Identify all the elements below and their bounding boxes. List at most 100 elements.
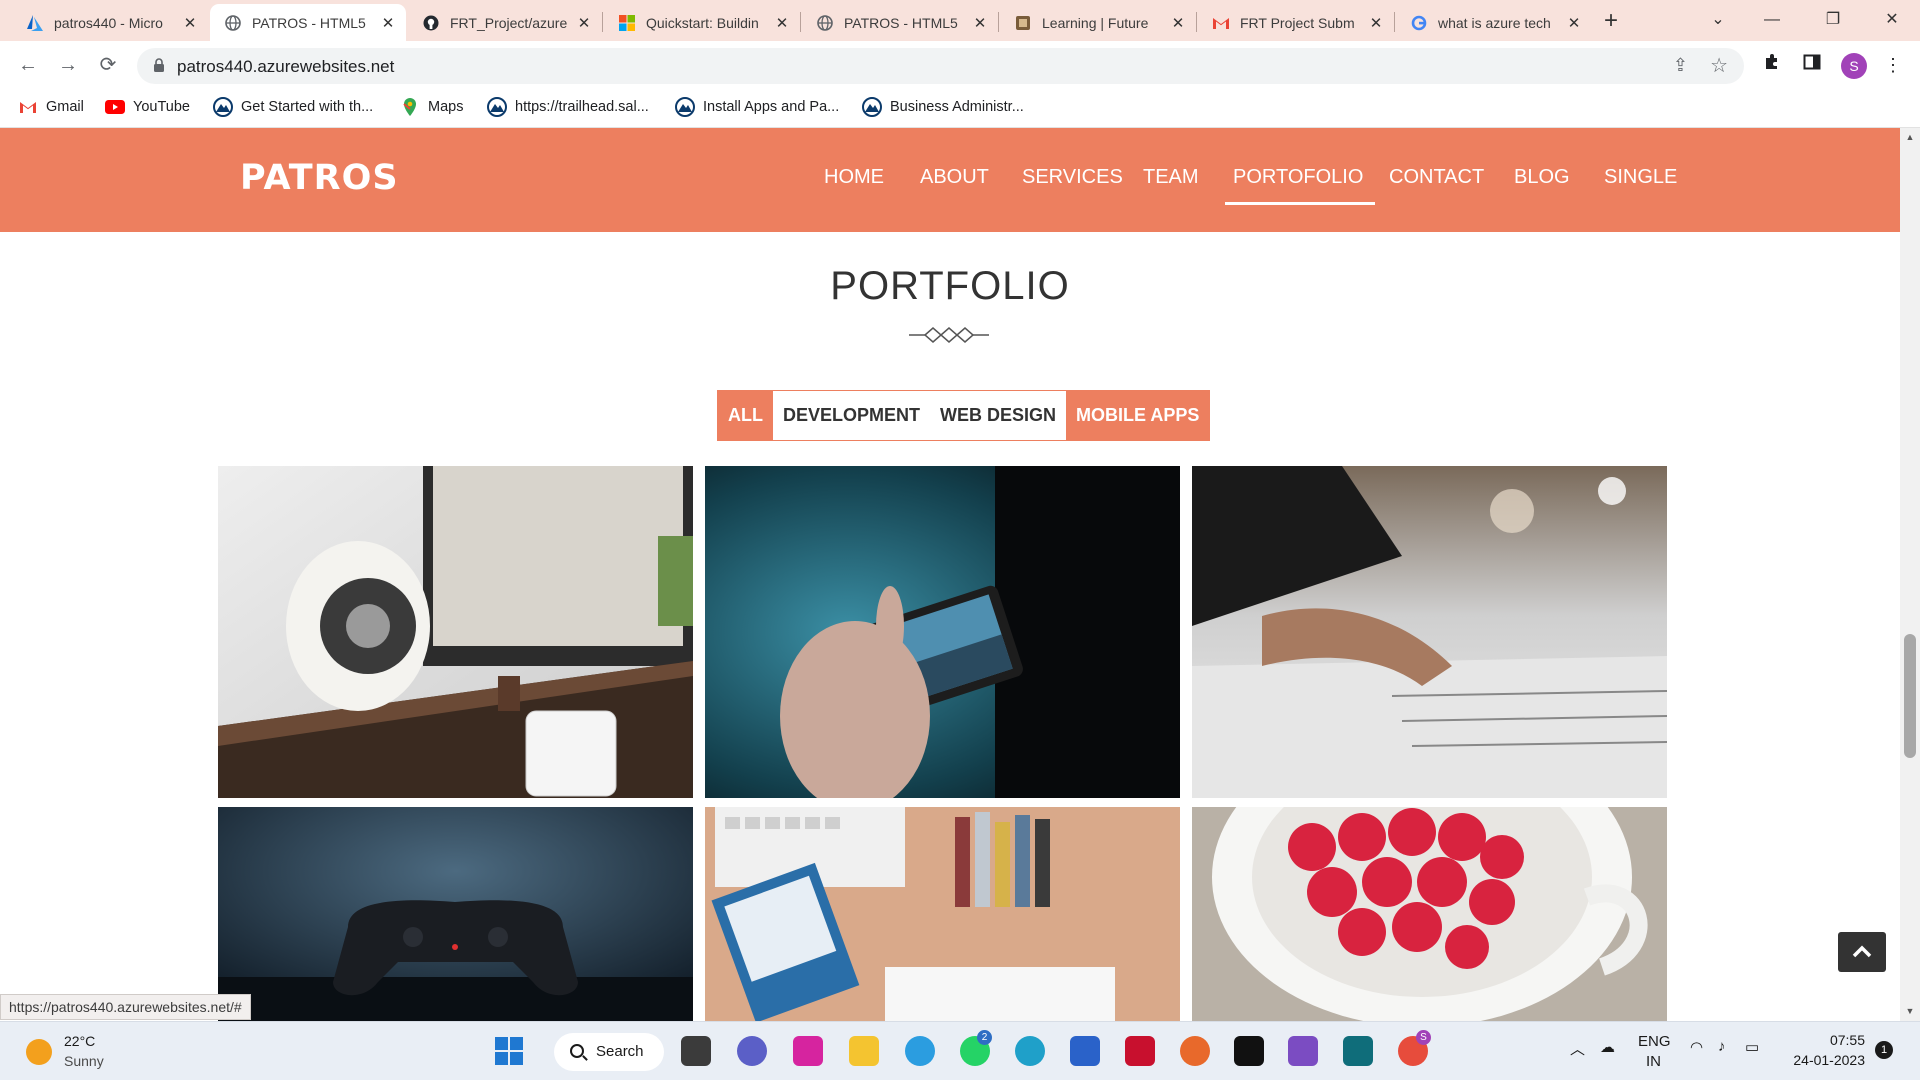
- bookmark-business-admin[interactable]: Business Administr...: [862, 97, 1024, 117]
- close-tab-icon[interactable]: ✕: [1566, 14, 1582, 32]
- task-view-icon[interactable]: [681, 1036, 711, 1066]
- tab-search-chevron-icon[interactable]: ⌄: [1698, 4, 1738, 36]
- bookmarks-bar: Gmail YouTube Get Started with th... Map…: [0, 89, 1920, 128]
- back-to-top-button[interactable]: [1838, 932, 1886, 972]
- page-scrollbar[interactable]: [1900, 128, 1920, 1021]
- bookmark-maps[interactable]: Maps: [400, 98, 463, 116]
- language-code[interactable]: ENG: [1638, 1033, 1671, 1050]
- browser-tab[interactable]: patros440 - Micro ✕: [12, 4, 208, 41]
- close-tab-icon[interactable]: ✕: [774, 14, 790, 32]
- tab-divider: [602, 12, 603, 32]
- mcafee-icon[interactable]: [1125, 1036, 1155, 1066]
- filter-development[interactable]: DEVELOPMENT: [773, 391, 931, 440]
- bookmark-trailhead-sal[interactable]: https://trailhead.sal...: [487, 97, 649, 117]
- volume-icon[interactable]: ♪: [1718, 1038, 1726, 1055]
- browser-toolbar: ← → ⟳ patros440.azurewebsites.net ⇪ ☆ ⋮: [0, 41, 1920, 89]
- bookmark-youtube[interactable]: YouTube: [105, 98, 190, 116]
- firefox-icon[interactable]: [1180, 1036, 1210, 1066]
- tab-title: patros440 - Micro: [54, 14, 163, 31]
- sun-icon[interactable]: [26, 1039, 52, 1065]
- notification-count-badge[interactable]: 1: [1875, 1041, 1893, 1059]
- filter-mobile-apps[interactable]: MOBILE APPS: [1066, 391, 1210, 440]
- onedrive-cloud-icon[interactable]: ☁: [1600, 1038, 1615, 1056]
- scroll-up-arrow-icon[interactable]: ▲: [1904, 132, 1916, 144]
- forward-button[interactable]: →: [54, 51, 82, 79]
- region-code[interactable]: IN: [1646, 1053, 1661, 1070]
- bookmark-install-apps[interactable]: Install Apps and Pa...: [675, 97, 839, 117]
- address-bar[interactable]: patros440.azurewebsites.net ⇪ ☆: [137, 48, 1744, 84]
- site-header: PATROS HOME ABOUT SERVICES TEAM PORTOFOL…: [0, 128, 1900, 232]
- chrome-profile-badge: S: [1416, 1030, 1431, 1045]
- browser-tab[interactable]: what is azure tech ✕: [1396, 4, 1592, 41]
- bookmark-star-icon[interactable]: ☆: [1710, 53, 1728, 78]
- title-divider-ornament: [909, 327, 989, 343]
- nav-about[interactable]: ABOUT: [920, 166, 989, 189]
- nav-services[interactable]: SERVICES: [1022, 166, 1123, 189]
- extensions-icon[interactable]: [1758, 51, 1786, 79]
- nav-home[interactable]: HOME: [824, 166, 884, 189]
- browser-tab[interactable]: PATROS - HTML5 ✕: [802, 4, 998, 41]
- new-tab-button[interactable]: +: [1597, 8, 1625, 36]
- store-icon[interactable]: [1070, 1036, 1100, 1066]
- filter-web-design[interactable]: WEB DESIGN: [930, 391, 1067, 440]
- taskbar-search[interactable]: Search: [554, 1033, 664, 1071]
- share-icon[interactable]: ⇪: [1673, 55, 1688, 76]
- scroll-down-arrow-icon[interactable]: ▼: [1904, 1006, 1916, 1018]
- scrollbar-thumb[interactable]: [1904, 634, 1916, 758]
- nav-team[interactable]: TEAM: [1143, 166, 1199, 189]
- restore-button[interactable]: ❐: [1813, 4, 1853, 36]
- clock-time[interactable]: 07:55: [1765, 1032, 1865, 1048]
- portfolio-item[interactable]: [218, 466, 693, 798]
- file-explorer-icon[interactable]: [849, 1036, 879, 1066]
- side-panel-icon[interactable]: [1798, 51, 1826, 79]
- clock-date[interactable]: 24-01-2023: [1765, 1052, 1865, 1068]
- nav-blog[interactable]: BLOG: [1514, 166, 1570, 189]
- close-tab-icon[interactable]: ✕: [1170, 14, 1186, 32]
- help-icon[interactable]: [905, 1036, 935, 1066]
- battery-icon[interactable]: ▭: [1745, 1038, 1759, 1056]
- browser-tab-active[interactable]: PATROS - HTML5 ✕: [210, 4, 406, 41]
- minimize-button[interactable]: —: [1752, 4, 1792, 36]
- lock-icon[interactable]: [153, 58, 165, 72]
- browser-tab[interactable]: Quickstart: Buildin ✕: [604, 4, 800, 41]
- back-button[interactable]: ←: [14, 51, 42, 79]
- status-bar-url: https://patros440.azurewebsites.net/#: [0, 994, 251, 1020]
- close-tab-icon[interactable]: ✕: [576, 14, 592, 32]
- profile-avatar[interactable]: S: [1841, 53, 1867, 79]
- bookmark-gmail[interactable]: Gmail: [18, 98, 84, 116]
- browser-tab[interactable]: Learning | Future ✕: [1000, 4, 1196, 41]
- instagram-icon[interactable]: [793, 1036, 823, 1066]
- tab-title: what is azure tech: [1438, 14, 1551, 31]
- portfolio-item[interactable]: [1192, 466, 1667, 798]
- close-tab-icon[interactable]: ✕: [182, 14, 198, 32]
- site-logo[interactable]: PATROS: [240, 158, 399, 198]
- windows-start-icon[interactable]: [494, 1036, 524, 1066]
- app-ring-icon[interactable]: [1343, 1036, 1373, 1066]
- menu-dots-icon[interactable]: ⋮: [1879, 51, 1907, 79]
- nox-icon[interactable]: [1288, 1036, 1318, 1066]
- bookmark-trailhead[interactable]: Get Started with th...: [213, 97, 373, 117]
- weather-condition[interactable]: Sunny: [64, 1053, 104, 1069]
- nav-single[interactable]: SINGLE: [1604, 166, 1677, 189]
- close-tab-icon[interactable]: ✕: [1368, 14, 1384, 32]
- browser-tab-strip: patros440 - Micro ✕ PATROS - HTML5 ✕ FRT…: [0, 0, 1920, 41]
- browser-tab[interactable]: FRT Project Subm ✕: [1198, 4, 1394, 41]
- nav-portofolio[interactable]: PORTOFOLIO: [1224, 166, 1376, 205]
- filter-all[interactable]: ALL: [718, 391, 773, 440]
- portfolio-item[interactable]: [1192, 807, 1667, 1021]
- teams-chat-icon[interactable]: [737, 1036, 767, 1066]
- wifi-icon[interactable]: ◠: [1690, 1038, 1703, 1056]
- nav-contact[interactable]: CONTACT: [1389, 166, 1484, 189]
- reload-button[interactable]: ⟳: [94, 51, 122, 79]
- browser-tab[interactable]: FRT_Project/azure ✕: [408, 4, 602, 41]
- close-tab-icon[interactable]: ✕: [972, 14, 988, 32]
- weather-temperature[interactable]: 22°C: [64, 1033, 95, 1049]
- edge-icon[interactable]: [1015, 1036, 1045, 1066]
- close-tab-icon[interactable]: ✕: [380, 14, 396, 32]
- portfolio-item[interactable]: [705, 807, 1180, 1021]
- affinity-icon[interactable]: [1234, 1036, 1264, 1066]
- portfolio-item[interactable]: [705, 466, 1180, 798]
- close-window-button[interactable]: ✕: [1872, 4, 1912, 36]
- portfolio-item[interactable]: [218, 807, 693, 1021]
- tray-chevron-up-icon[interactable]: ︿: [1570, 1038, 1585, 1059]
